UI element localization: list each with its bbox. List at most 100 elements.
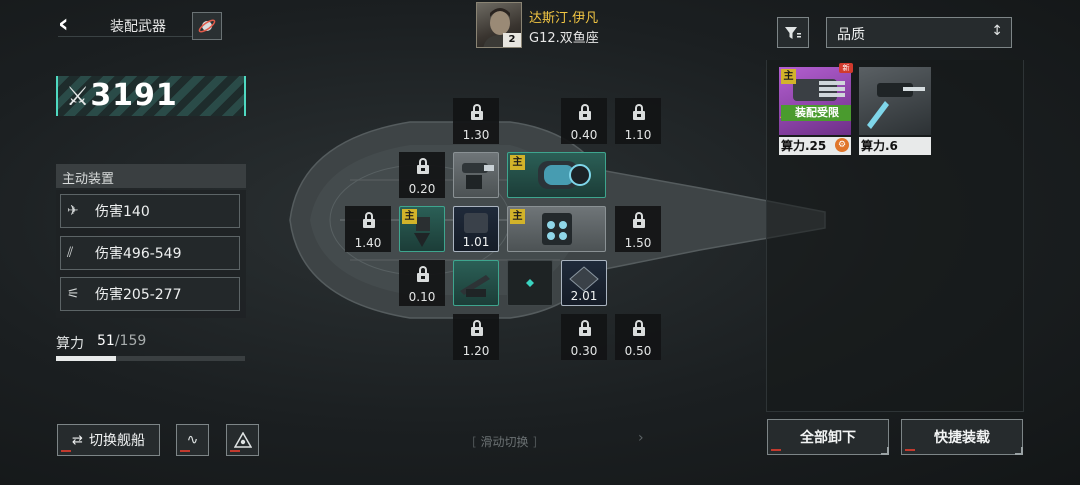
lock-icon	[577, 320, 591, 336]
swap-arrows-icon: ⇄	[72, 432, 83, 448]
lock-icon	[415, 158, 429, 174]
equipped-weapon-slot[interactable]	[453, 260, 499, 306]
pilot-level-badge: 2	[503, 33, 521, 47]
gatling-weapon-icon	[460, 275, 490, 297]
back-button[interactable]: ‹	[58, 9, 80, 39]
locked-slot[interactable]: 0.20	[399, 152, 445, 198]
title-underline	[58, 36, 198, 37]
waveform-button[interactable]: ∿	[176, 424, 209, 456]
missile-volley-icon: ⚟	[67, 286, 80, 302]
slot-compute-value: 1.40	[354, 236, 382, 250]
filter-icon	[785, 26, 801, 39]
sort-dropdown[interactable]: 品质 ↕	[826, 17, 1012, 48]
slot-compute-value: 1.50	[624, 236, 652, 250]
active-device-item[interactable]: ⚟ 伤害205-277	[60, 277, 240, 311]
lock-icon	[631, 104, 645, 120]
empty-equip-slot[interactable]	[507, 260, 553, 306]
locked-slot[interactable]: 0.50	[615, 314, 661, 360]
ship-formation-button[interactable]	[226, 424, 259, 456]
red-corner-mark	[61, 450, 71, 452]
unequip-all-button[interactable]: 全部卸下	[767, 419, 889, 455]
slot-compute-value: 1.20	[462, 344, 490, 358]
slot-compute-value: 0.10	[408, 290, 436, 304]
locked-slot[interactable]: 0.40	[561, 98, 607, 144]
planet-icon	[198, 19, 216, 33]
lock-icon	[415, 266, 429, 282]
equip-restricted-label: 装配受限	[781, 105, 851, 121]
crossed-swords-icon: ⚔	[66, 82, 91, 112]
swipe-hint-text: 滑动切换	[480, 435, 529, 449]
active-device-item[interactable]: ⫽ 伤害496-549	[60, 236, 240, 270]
compute-current: 51	[97, 333, 115, 349]
locked-slot[interactable]: 1.40	[345, 206, 391, 252]
pilot-name: 达斯汀.伊凡	[529, 11, 599, 26]
locked-slot[interactable]: 1.30	[453, 98, 499, 144]
switch-ship-button[interactable]: ⇄ 切换舰船	[57, 424, 160, 456]
claw-strike-icon: ⫽	[67, 245, 74, 261]
switch-ship-label: 切换舰船	[88, 433, 145, 449]
inventory-card[interactable]: 算力.6	[859, 67, 931, 155]
chevron-left-icon: ‹	[58, 9, 69, 39]
filter-button[interactable]	[777, 17, 809, 48]
locked-slot[interactable]: 1.10	[615, 98, 661, 144]
card-rarity-background	[859, 67, 931, 135]
combat-power-display: ⚔3191	[56, 76, 246, 116]
locked-slot[interactable]: 1.20	[453, 314, 499, 360]
corner-accent	[881, 447, 889, 455]
lock-icon	[631, 212, 645, 228]
laser-cannon-icon	[867, 83, 925, 129]
compute-progress-bar	[56, 356, 245, 361]
red-corner-mark	[771, 449, 781, 451]
swipe-arrow-icon: ›	[638, 430, 644, 446]
quick-equip-button[interactable]: 快捷装载	[901, 419, 1023, 455]
active-devices-list: ✈ 伤害140 ⫽ 伤害496-549 ⚟ 伤害205-277	[56, 190, 246, 318]
main-tag: 主	[781, 69, 796, 84]
locked-slot[interactable]: 0.10	[399, 260, 445, 306]
locked-slot[interactable]: 1.50	[615, 206, 661, 252]
empty-slot-diamond-icon	[526, 279, 534, 287]
red-corner-mark	[180, 450, 190, 452]
combat-power: ⚔3191	[66, 78, 178, 113]
locked-slot[interactable]: 0.30	[561, 314, 607, 360]
equipped-main-weapon-slot[interactable]: 主	[507, 206, 606, 252]
pilot-avatar[interactable]: 2	[476, 2, 522, 48]
new-badge: 新	[839, 63, 853, 73]
planet-button[interactable]	[192, 12, 222, 40]
main-tag: 主	[402, 209, 417, 224]
red-corner-mark	[905, 449, 915, 451]
upgrade-gear-icon: ⚙	[835, 138, 849, 152]
inventory-card[interactable]: 主 新 装配受限 算力.25 ⚙	[779, 63, 853, 155]
slot-compute-value: 1.30	[462, 128, 490, 142]
triangle-ship-icon	[233, 432, 252, 448]
ship-name: G12.双鱼座	[529, 31, 599, 46]
active-device-item[interactable]: ✈ 伤害140	[60, 194, 240, 228]
unequip-all-label: 全部卸下	[800, 430, 856, 446]
equipped-weapon-slot[interactable]: 2.01	[561, 260, 607, 306]
quick-equip-label: 快捷装载	[934, 430, 990, 446]
cannon-weapon-icon	[462, 163, 494, 189]
equipped-main-weapon-slot[interactable]: 主	[399, 206, 445, 252]
lock-icon	[361, 212, 375, 228]
slot-compute-value: 0.20	[408, 182, 436, 196]
equipped-weapon-slot[interactable]: 1.01	[453, 206, 499, 252]
slot-compute-value: 0.50	[624, 344, 652, 358]
equipped-weapon-slot[interactable]	[453, 152, 499, 198]
waveform-icon: ∿	[186, 432, 199, 448]
lock-icon	[631, 320, 645, 336]
active-device-label: 伤害140	[95, 204, 150, 220]
active-devices-header: 主动装置	[56, 164, 246, 188]
compute-value: 51/159	[97, 333, 146, 349]
sort-toggle-icon: ↕	[991, 23, 1003, 39]
compute-max: 159	[119, 333, 147, 349]
main-tag: 主	[510, 209, 525, 224]
card-compute-label: 算力.6	[859, 137, 931, 155]
compute-progress-fill	[56, 356, 117, 361]
slot-compute-value: 2.01	[570, 289, 598, 303]
swipe-hint: [ 滑动切换 ]	[472, 435, 538, 449]
active-device-label: 伤害205-277	[95, 287, 182, 303]
combat-power-value: 3191	[90, 78, 178, 113]
corner-accent	[1015, 447, 1023, 455]
card-rarity-background: 主 新 装配受限	[779, 63, 853, 135]
main-tag: 主	[510, 155, 525, 170]
equipped-main-weapon-slot[interactable]: 主	[507, 152, 606, 198]
